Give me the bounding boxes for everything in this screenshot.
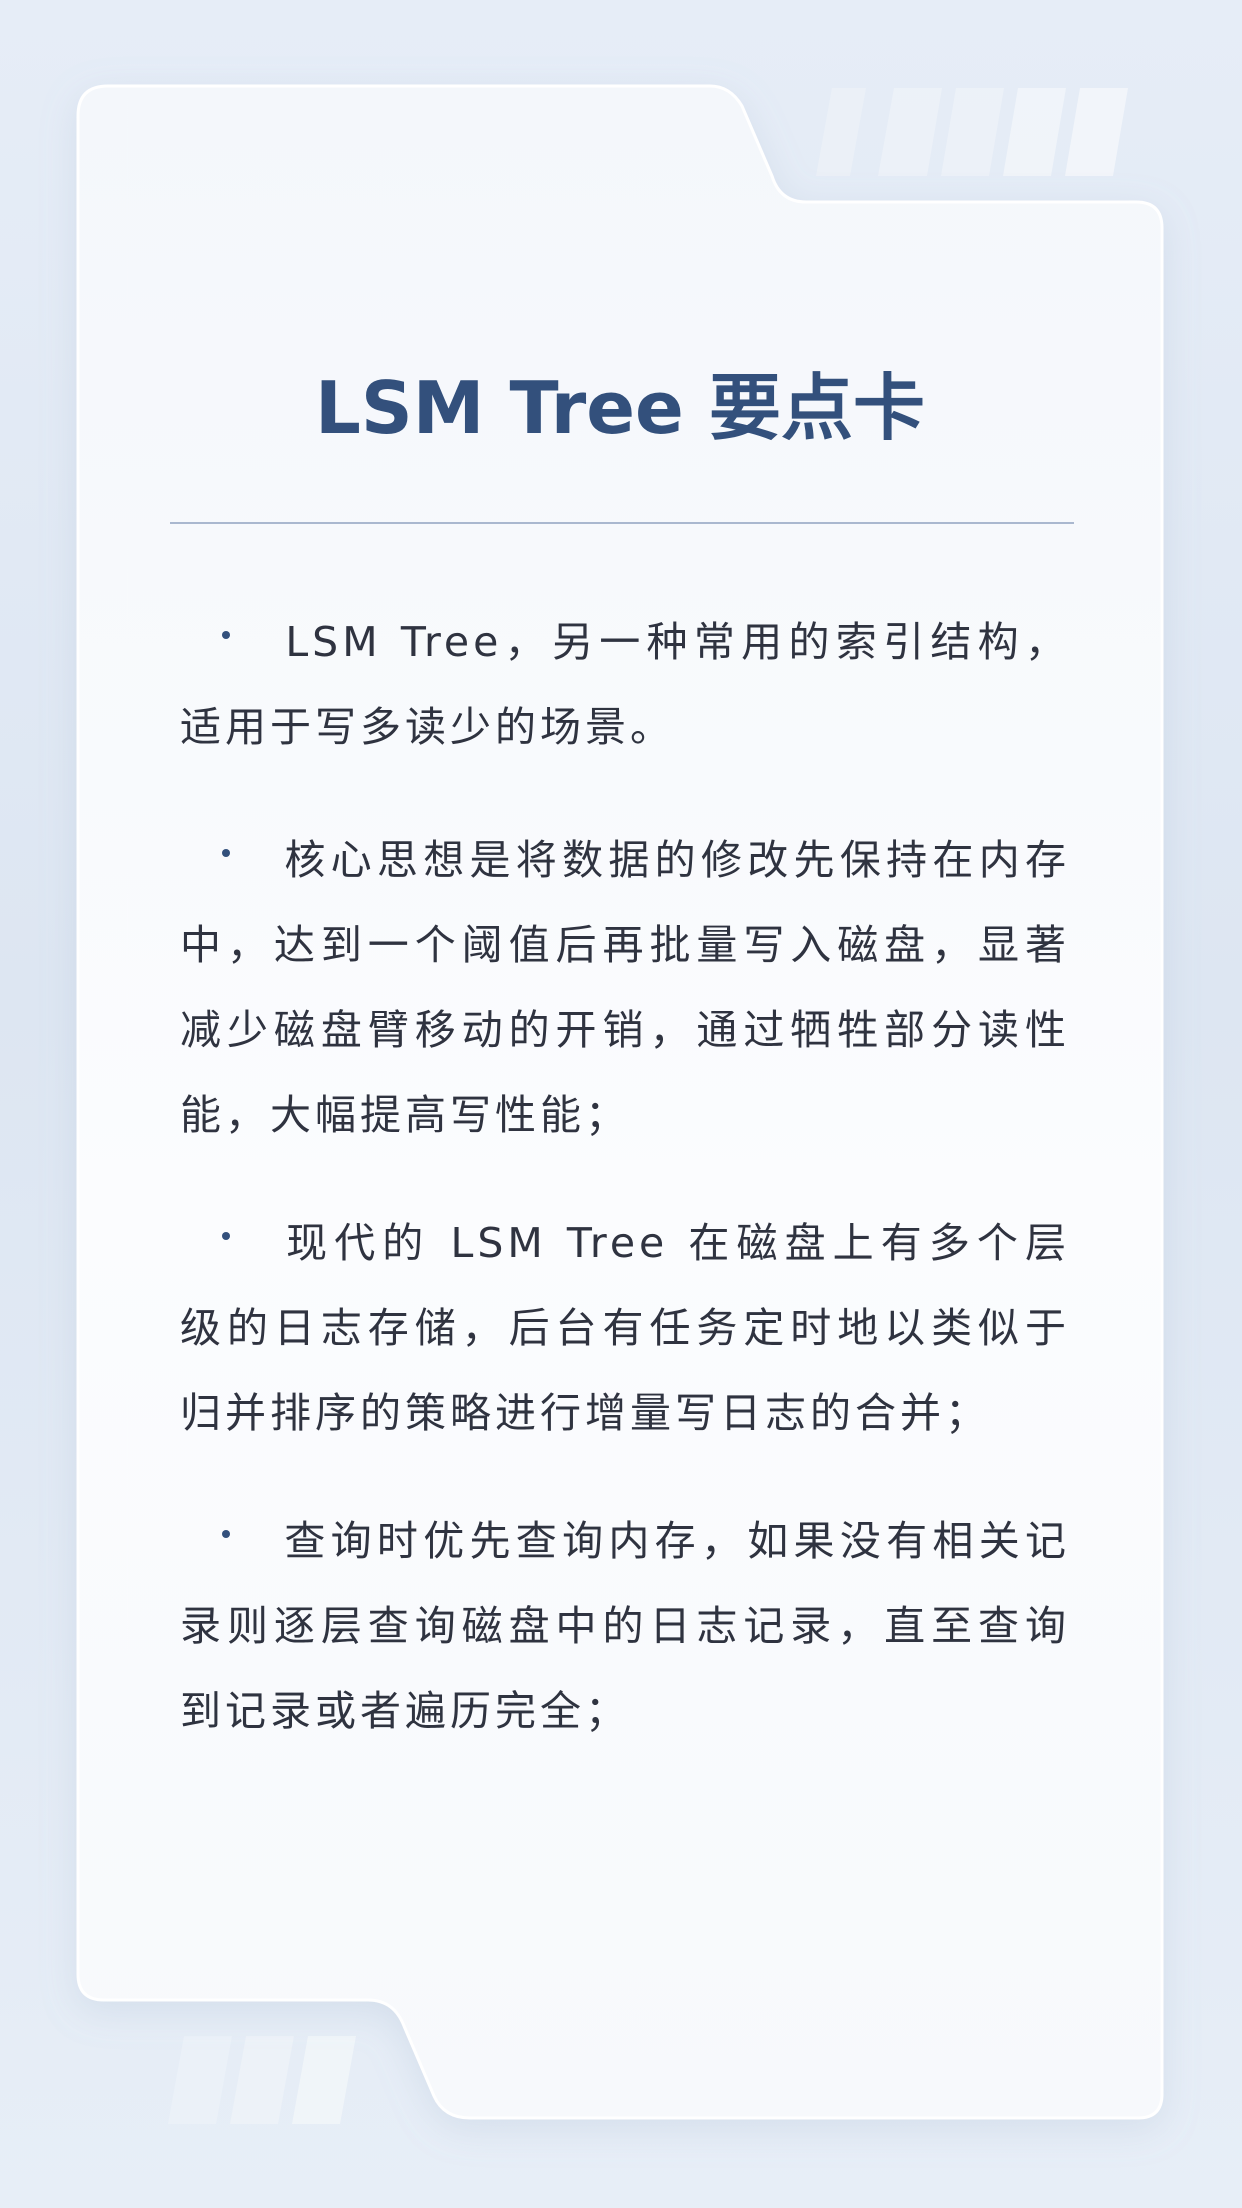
bullet-dot-icon xyxy=(222,1232,230,1240)
page-title: LSM Tree 要点卡 xyxy=(315,366,925,450)
bullet-list: LSM Tree，另一种常用的索引结构，适用于写多读少的场景。 核心思想是将数据… xyxy=(180,600,1070,1796)
bullet-dot-icon xyxy=(222,631,230,639)
bullet-item: 核心思想是将数据的修改先保持在内存中，达到一个阈值后再批量写入磁盘，显著减少磁盘… xyxy=(180,818,1070,1158)
bullet-text: 查询时优先查询内存，如果没有相关记录则逐层查询磁盘中的日志记录，直至查询到记录或… xyxy=(180,1517,1070,1735)
title-divider xyxy=(170,522,1074,524)
bullet-dot-icon xyxy=(222,1530,230,1538)
bullet-item: 查询时优先查询内存，如果没有相关记录则逐层查询磁盘中的日志记录，直至查询到记录或… xyxy=(180,1499,1070,1754)
bullet-text: LSM Tree，另一种常用的索引结构，适用于写多读少的场景。 xyxy=(180,618,1070,751)
card-content: LSM Tree 要点卡 LSM Tree，另一种常用的索引结构，适用于写多读少… xyxy=(0,0,1242,2208)
bullet-dot-icon xyxy=(222,849,230,857)
bullet-text: 核心思想是将数据的修改先保持在内存中，达到一个阈值后再批量写入磁盘，显著减少磁盘… xyxy=(180,836,1070,1139)
bullet-item: 现代的 LSM Tree 在磁盘上有多个层级的日志存储，后台有任务定时地以类似于… xyxy=(180,1201,1070,1456)
page-root: LSM Tree 要点卡 LSM Tree，另一种常用的索引结构，适用于写多读少… xyxy=(0,0,1242,2208)
bullet-text: 现代的 LSM Tree 在磁盘上有多个层级的日志存储，后台有任务定时地以类似于… xyxy=(180,1219,1070,1437)
bullet-item: LSM Tree，另一种常用的索引结构，适用于写多读少的场景。 xyxy=(180,600,1070,770)
